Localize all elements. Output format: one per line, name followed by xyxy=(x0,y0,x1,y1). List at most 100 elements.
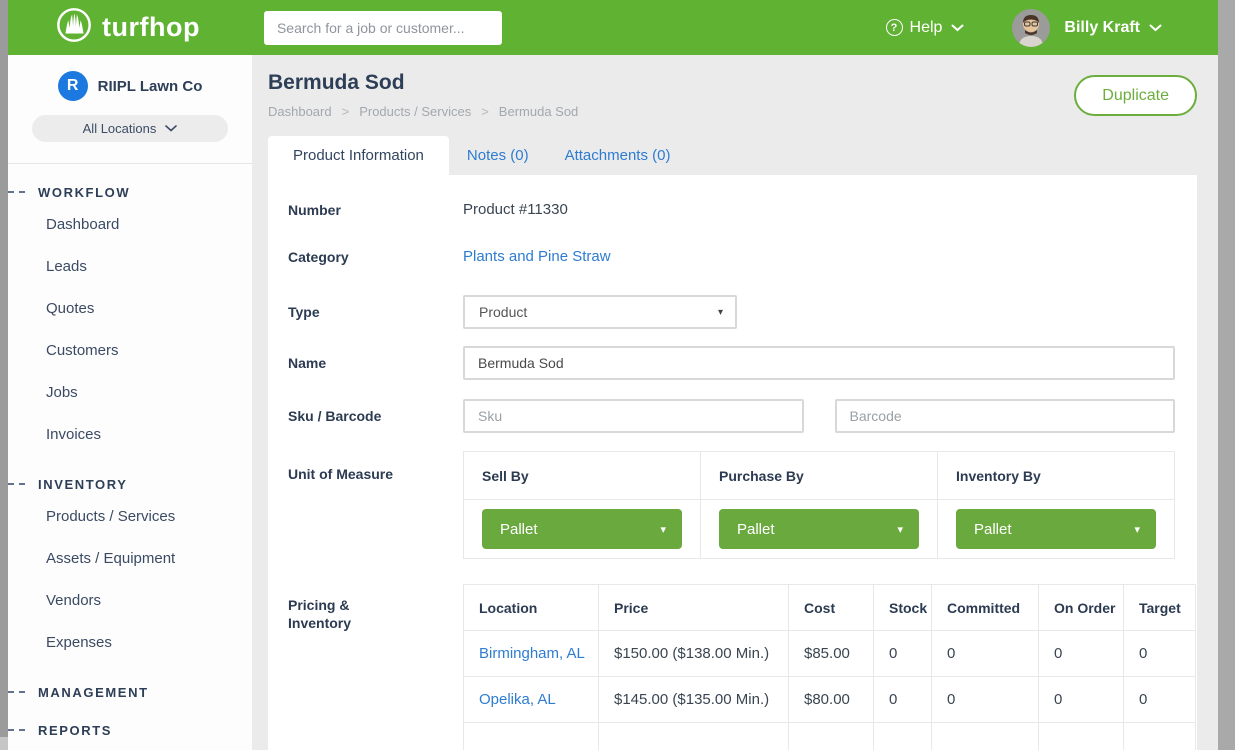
sidebar-item-vendors[interactable]: Vendors xyxy=(8,580,252,622)
sidebar-item-assets-equipment[interactable]: Assets / Equipment xyxy=(8,538,252,580)
name-label: Name xyxy=(288,354,463,372)
table-header-row: Location Price Cost Stock Committed On O… xyxy=(464,585,1196,631)
top-bar: turfhop ? Help xyxy=(8,0,1218,55)
section-dash-icon xyxy=(8,729,25,731)
caret-down-icon: ▾ xyxy=(897,523,903,536)
breadcrumb-products-services[interactable]: Products / Services xyxy=(359,104,471,119)
grass-logo-icon xyxy=(55,6,93,49)
location-link[interactable]: Opelika, AL xyxy=(464,677,599,723)
barcode-input[interactable] xyxy=(835,399,1176,433)
committed-cell: 0 xyxy=(932,631,1039,677)
main-content: Bermuda Sod Dashboard > Products / Servi… xyxy=(252,55,1218,750)
price-cell xyxy=(599,723,789,750)
number-label: Number xyxy=(288,201,463,219)
sidebar-item-jobs[interactable]: Jobs xyxy=(8,372,252,414)
sidebar-item-leads[interactable]: Leads xyxy=(8,246,252,288)
section-dash-icon xyxy=(8,483,25,485)
name-input[interactable] xyxy=(463,346,1175,380)
user-name: Billy Kraft xyxy=(1064,19,1140,37)
column-header-stock: Stock xyxy=(874,585,932,631)
pricing-inventory-label: Pricing & Inventory xyxy=(288,584,463,632)
price-cell: $150.00 ($138.00 Min.) xyxy=(599,631,789,677)
pricing-inventory-table: Location Price Cost Stock Committed On O… xyxy=(463,584,1196,750)
inventory-by-dropdown[interactable]: Pallet ▾ xyxy=(956,509,1156,549)
uom-header-inventory-by: Inventory By xyxy=(938,452,1175,500)
cost-cell xyxy=(789,723,874,750)
table-row: Birmingham, AL $150.00 ($138.00 Min.) $8… xyxy=(464,631,1196,677)
product-number-value: Product #11330 xyxy=(463,201,568,218)
company-logo-icon: R xyxy=(58,71,88,101)
right-scrollbar[interactable] xyxy=(1218,0,1235,750)
column-header-target: Target xyxy=(1124,585,1196,631)
chevron-down-icon xyxy=(951,24,964,32)
sidebar-item-expenses[interactable]: Expenses xyxy=(8,622,252,664)
committed-cell: 0 xyxy=(932,677,1039,723)
uom-header-sell-by: Sell By xyxy=(464,452,701,500)
section-dash-icon xyxy=(8,691,25,693)
column-header-on-order: On Order xyxy=(1039,585,1124,631)
section-dash-icon xyxy=(8,191,25,193)
breadcrumb-dashboard[interactable]: Dashboard xyxy=(268,104,332,119)
sku-input[interactable] xyxy=(463,399,804,433)
column-header-location: Location xyxy=(464,585,599,631)
committed-cell xyxy=(932,723,1039,750)
on-order-cell: 0 xyxy=(1039,631,1124,677)
sidebar: R RIIPL Lawn Co All Locations WORKFLOW D… xyxy=(8,55,252,750)
left-scrollbar[interactable] xyxy=(0,0,8,750)
breadcrumb-current: Bermuda Sod xyxy=(499,104,579,119)
sidebar-item-customers[interactable]: Customers xyxy=(8,330,252,372)
user-menu[interactable]: Billy Kraft xyxy=(1050,19,1162,37)
column-header-cost: Cost xyxy=(789,585,874,631)
unit-of-measure-label: Unit of Measure xyxy=(288,451,463,483)
chevron-down-icon xyxy=(165,125,177,132)
sidebar-item-quotes[interactable]: Quotes xyxy=(8,288,252,330)
type-select-value: Product xyxy=(479,304,527,320)
sell-by-dropdown[interactable]: Pallet ▾ xyxy=(482,509,682,549)
section-header-inventory: INVENTORY xyxy=(8,474,252,494)
tab-product-information[interactable]: Product Information xyxy=(268,136,449,175)
table-row xyxy=(464,723,1196,750)
caret-down-icon: ▾ xyxy=(718,307,723,318)
table-row: Opelika, AL $145.00 ($135.00 Min.) $80.0… xyxy=(464,677,1196,723)
section-header-workflow: WORKFLOW xyxy=(8,182,252,202)
purchase-by-dropdown[interactable]: Pallet ▾ xyxy=(719,509,919,549)
duplicate-button[interactable]: Duplicate xyxy=(1074,75,1197,116)
breadcrumb: Dashboard > Products / Services > Bermud… xyxy=(268,104,578,119)
stock-cell xyxy=(874,723,932,750)
caret-down-icon: ▾ xyxy=(660,523,666,536)
caret-down-icon: ▾ xyxy=(1134,523,1140,536)
location-link[interactable]: Birmingham, AL xyxy=(464,631,599,677)
location-filter-dropdown[interactable]: All Locations xyxy=(32,115,228,142)
help-menu[interactable]: ? Help xyxy=(886,19,965,37)
stock-cell: 0 xyxy=(874,677,932,723)
breadcrumb-separator: > xyxy=(342,104,350,119)
location-filter-label: All Locations xyxy=(83,121,157,136)
type-select[interactable]: Product ▾ xyxy=(463,295,737,329)
tab-attachments[interactable]: Attachments (0) xyxy=(547,136,689,175)
on-order-cell: 0 xyxy=(1039,677,1124,723)
sidebar-item-dashboard[interactable]: Dashboard xyxy=(8,204,252,246)
help-icon: ? xyxy=(886,19,903,36)
category-link[interactable]: Plants and Pine Straw xyxy=(463,248,611,265)
cost-cell: $85.00 xyxy=(789,631,874,677)
unit-of-measure-table: Sell By Purchase By Inventory By Pallet … xyxy=(463,451,1175,559)
cost-cell: $80.00 xyxy=(789,677,874,723)
stock-cell: 0 xyxy=(874,631,932,677)
company-selector[interactable]: R RIIPL Lawn Co xyxy=(8,71,252,101)
logo-text: turfhop xyxy=(102,12,200,43)
sidebar-item-invoices[interactable]: Invoices xyxy=(8,414,252,456)
avatar[interactable] xyxy=(1012,9,1050,47)
left-scrollbar-thumb[interactable] xyxy=(0,0,8,737)
section-header-reports[interactable]: REPORTS xyxy=(8,720,252,740)
on-order-cell xyxy=(1039,723,1124,750)
turfhop-logo[interactable]: turfhop xyxy=(55,6,200,49)
price-cell: $145.00 ($135.00 Min.) xyxy=(599,677,789,723)
tab-notes[interactable]: Notes (0) xyxy=(449,136,547,175)
sku-barcode-label: Sku / Barcode xyxy=(288,407,463,425)
target-cell xyxy=(1124,723,1196,750)
section-header-management[interactable]: MANAGEMENT xyxy=(8,682,252,702)
category-label: Category xyxy=(288,248,463,266)
sidebar-item-products-services[interactable]: Products / Services xyxy=(8,496,252,538)
location-link[interactable] xyxy=(464,723,599,750)
search-input[interactable] xyxy=(264,11,502,45)
